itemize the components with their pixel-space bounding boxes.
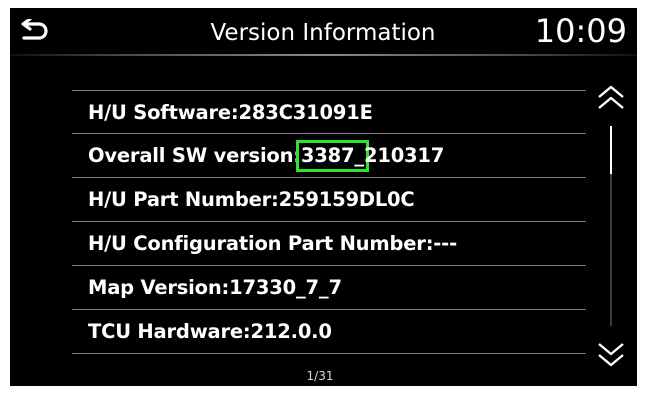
list-item-overall-sw-version[interactable]: Overall SW version:3387_210317	[72, 134, 586, 178]
list-item-map-version[interactable]: Map Version:17330_7_7	[72, 266, 586, 310]
list-item-label: Overall SW version:3387_210317	[88, 134, 444, 177]
double-chevron-down-icon	[598, 343, 624, 367]
list-item-label: Map Version:17330_7_7	[88, 276, 342, 299]
overall-sw-version-prefix: Overall SW version:	[88, 144, 301, 167]
page-indicator: 1/31	[306, 369, 334, 383]
list-item-tcu-hardware[interactable]: TCU Hardware:212.0.0	[72, 310, 586, 354]
header-divider	[10, 54, 637, 56]
scroll-down-button[interactable]	[593, 336, 629, 372]
list-item-label: TCU Hardware:212.0.0	[88, 320, 332, 343]
list-item-hu-part-number[interactable]: H/U Part Number:259159DL0C	[72, 178, 586, 222]
version-list: H/U Software:283C31091E Overall SW versi…	[72, 90, 586, 354]
scrollbar[interactable]	[610, 126, 612, 326]
list-item-label: H/U Software:283C31091E	[88, 101, 373, 124]
scrollbar-thumb[interactable]	[610, 126, 612, 174]
head-unit-screen: Version Information 10:09 H/U Software:2…	[10, 8, 637, 386]
header-bar: Version Information 10:09	[10, 8, 637, 54]
list-item-hu-software[interactable]: H/U Software:283C31091E	[72, 90, 586, 134]
list-item-hu-config-part-number[interactable]: H/U Configuration Part Number:---	[72, 222, 586, 266]
double-chevron-up-icon	[598, 85, 624, 109]
list-item-label: H/U Part Number:259159DL0C	[88, 188, 415, 211]
back-button[interactable]	[14, 14, 54, 50]
page-title: Version Information	[210, 20, 436, 46]
back-arrow-icon	[21, 19, 48, 40]
overall-sw-version-suffix: 210317	[363, 144, 445, 167]
clock: 10:09	[534, 12, 627, 50]
list-item-label: H/U Configuration Part Number:---	[88, 232, 457, 255]
highlighted-version-segment: 3387_	[295, 140, 369, 172]
scroll-up-button[interactable]	[593, 80, 629, 116]
